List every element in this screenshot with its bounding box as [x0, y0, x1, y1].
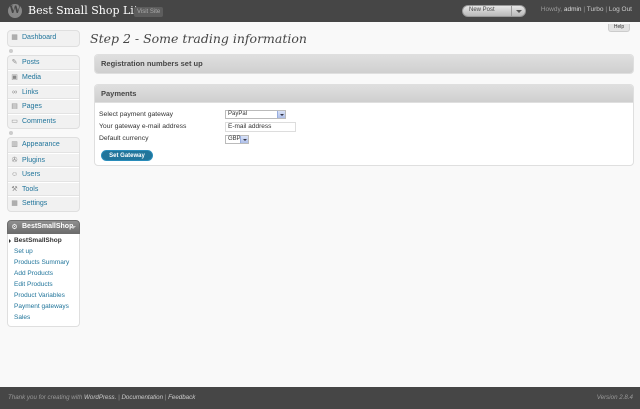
sidebar-item-label: Posts [22, 58, 40, 66]
sidebar-item-comments[interactable]: ▭ Comments [8, 113, 79, 129]
chevron-down-icon[interactable] [70, 225, 76, 229]
chevron-down-icon [516, 10, 522, 13]
bestsmallshop-submenu: BestSmallShop Set up Products Summary Ad… [7, 233, 80, 327]
email-label: Your gateway e-mail address [99, 123, 187, 130]
select-value: PayPal [228, 111, 248, 117]
footer-thanks: Thank you for creating with [8, 394, 83, 401]
separator: | [605, 6, 608, 13]
payments-postbox: Payments Select payment gateway PayPal Y… [94, 84, 634, 166]
submenu-item-edit-products[interactable]: Edit Products [8, 279, 79, 290]
select-arrow[interactable] [277, 111, 285, 118]
submenu-item-bestsmallshop[interactable]: BestSmallShop [8, 235, 79, 246]
submenu-item-products-summary[interactable]: Products Summary [8, 257, 79, 268]
menu-separator [7, 47, 80, 55]
settings-icon: ▦ [11, 200, 18, 207]
sidebar-item-bestsmallshop[interactable]: ⚙ BestSmallShop [7, 219, 80, 234]
sidebar-item-label: Dashboard [22, 34, 57, 41]
chevron-down-icon [242, 138, 247, 141]
sidebar-item-plugins[interactable]: ✇ Plugins [8, 152, 79, 167]
documentation-link[interactable]: Documentation [121, 394, 163, 401]
admin-header: W Best Small Shop Lite Visit Site New Po… [0, 0, 640, 22]
help-tab[interactable]: Help [608, 24, 630, 32]
admin-footer: Thank you for creating with WordPress. |… [0, 387, 640, 409]
sidebar-item-label: Comments [22, 117, 56, 125]
dashboard-icon: ▦ [11, 34, 18, 41]
sidebar-item-media[interactable]: ▣ Media [8, 70, 79, 85]
separator: | [118, 394, 120, 401]
gateway-label: Select payment gateway [99, 111, 174, 118]
turbo-link[interactable]: Turbo [587, 6, 604, 13]
user-info: Howdy, admin | Turbo | Log Out [541, 6, 632, 13]
sidebar-item-dashboard[interactable]: ▦ Dashboard [8, 31, 79, 46]
menu-group-dashboard: ▦ Dashboard [7, 30, 80, 47]
pushpin-icon: ✎ [11, 58, 18, 66]
page-icon: ▤ [11, 103, 18, 110]
sidebar-item-label: Plugins [22, 156, 45, 164]
wordpress-logo-icon: W [8, 4, 22, 18]
visit-site-button[interactable]: Visit Site [134, 7, 164, 17]
media-icon: ▣ [11, 74, 18, 81]
favorite-toggle[interactable] [511, 6, 525, 16]
submenu-item-add-products[interactable]: Add Products [8, 268, 79, 279]
postbox-title[interactable]: Payments [95, 85, 633, 103]
sidebar-item-label: Users [22, 171, 41, 178]
new-post-button[interactable]: New Post [469, 7, 495, 13]
sidebar-item-label: Appearance [22, 141, 60, 148]
separator: | [583, 6, 586, 13]
sidebar-item-label: BestSmallShop [22, 222, 74, 230]
version-text: Version 2.8.4 [596, 394, 633, 401]
sidebar-item-links[interactable]: ∞ Links [8, 84, 79, 99]
currency-select[interactable]: GBP [225, 135, 249, 144]
favorite-actions-dropdown[interactable]: New Post [462, 5, 526, 17]
sidebar-item-settings[interactable]: ▦ Settings [8, 196, 79, 211]
username-link[interactable]: admin [564, 6, 582, 13]
currency-label: Default currency [99, 135, 149, 142]
sidebar-item-posts[interactable]: ✎ Posts [8, 56, 79, 70]
comment-icon: ▭ [11, 117, 18, 125]
sidebar-item-appearance[interactable]: ▥ Appearance [8, 138, 79, 153]
users-icon: ☺ [11, 171, 19, 178]
feedback-link[interactable]: Feedback [168, 394, 195, 401]
email-field[interactable]: E-mail address [225, 122, 296, 132]
sidebar-item-users[interactable]: ☺ Users [8, 167, 79, 182]
select-value: GBP [228, 136, 241, 142]
page-title: Step 2 - Some trading information [90, 31, 307, 46]
wordpress-link[interactable]: WordPress. [84, 394, 116, 401]
submenu-item-sales[interactable]: Sales [8, 312, 79, 323]
plug-icon: ✇ [11, 156, 18, 164]
submenu-item-set-up[interactable]: Set up [8, 246, 79, 257]
sidebar-item-label: Pages [22, 103, 42, 110]
set-gateway-button[interactable]: Set Gateway [101, 150, 153, 161]
admin-sidebar: ▦ Dashboard ✎ Posts ▣ Media ∞ Links ▤ Pa… [7, 30, 80, 327]
link-icon: ∞ [12, 88, 17, 96]
select-arrow[interactable] [240, 136, 248, 143]
footer-credits: Thank you for creating with WordPress. |… [8, 394, 195, 401]
logout-link[interactable]: Log Out [609, 6, 632, 13]
menu-separator [7, 212, 80, 220]
separator: | [164, 394, 167, 401]
sidebar-item-tools[interactable]: ⚒ Tools [8, 181, 79, 196]
tools-icon: ⚒ [11, 185, 18, 193]
howdy-text: Howdy, [540, 6, 563, 13]
appearance-icon: ▥ [11, 141, 18, 148]
menu-separator [7, 129, 80, 137]
separator-dot-icon [9, 48, 13, 53]
sidebar-item-label: Settings [22, 200, 48, 207]
submenu-item-product-variables[interactable]: Product Variables [8, 290, 79, 301]
gear-icon: ⚙ [11, 223, 18, 231]
submenu-item-payment-gateways[interactable]: Payment gateways [8, 301, 79, 312]
sidebar-item-label: Media [22, 74, 42, 81]
site-title: Best Small Shop Lite [28, 4, 145, 17]
sidebar-item-label: Tools [22, 185, 39, 193]
sidebar-item-label: Links [22, 88, 39, 96]
sidebar-item-pages[interactable]: ▤ Pages [8, 99, 79, 114]
menu-group-content: ✎ Posts ▣ Media ∞ Links ▤ Pages ▭ Commen… [7, 54, 80, 129]
payment-gateway-select[interactable]: PayPal [225, 110, 286, 119]
postbox-title[interactable]: Registration numbers set up [95, 55, 633, 73]
chevron-down-icon [279, 113, 284, 116]
separator-dot-icon [9, 131, 13, 135]
registration-postbox: Registration numbers set up [94, 54, 634, 74]
menu-group-admin: ▥ Appearance ✇ Plugins ☺ Users ⚒ Tools ▦… [7, 137, 80, 212]
